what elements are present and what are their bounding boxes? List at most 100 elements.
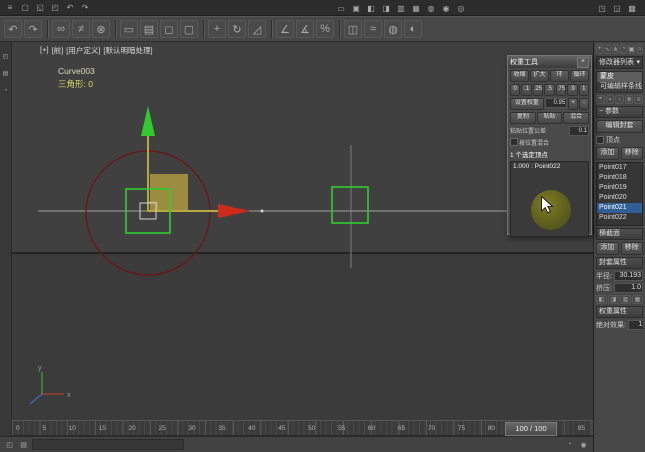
select-object-icon[interactable]: ▭: [120, 20, 138, 38]
weight-preset-05-button[interactable]: .5: [544, 84, 555, 96]
abs-effect-field[interactable]: 1.0: [627, 320, 643, 330]
weight-preset-025-button[interactable]: .25: [532, 84, 544, 96]
viewport-layout-tab-icon-2[interactable]: ▤: [1, 69, 10, 78]
blend-option-checkbox[interactable]: [510, 138, 518, 146]
envelope-properties-header[interactable]: 封套属性: [596, 257, 643, 269]
weight-tool-title-bar[interactable]: 权重工具 ×: [508, 56, 591, 68]
set-weight-button[interactable]: 设置权重: [510, 98, 544, 110]
modify-tab-icon[interactable]: ∿: [604, 44, 611, 54]
toolbar-misc-icon-9[interactable]: ◎: [455, 2, 467, 14]
toolbar-misc-icon-6[interactable]: ▦: [410, 2, 422, 14]
vertices-checkbox[interactable]: [596, 136, 604, 144]
app-menu-icon[interactable]: ≡: [4, 2, 16, 14]
toolbar-misc-icon-3[interactable]: ◧: [365, 2, 377, 14]
edit-envelopes-button[interactable]: 编辑封套: [596, 120, 643, 133]
gizmo-y-arrowhead[interactable]: [141, 106, 155, 136]
viewport-layout-tab-icon-1[interactable]: ◰: [1, 52, 10, 61]
material-editor-icon[interactable]: ◍: [384, 20, 402, 38]
squash-field[interactable]: 1.0: [613, 283, 643, 293]
configure-stack-icon[interactable]: ≡: [634, 95, 643, 104]
weight-preset-01-button[interactable]: .1: [521, 84, 532, 96]
toolbar-misc-icon-2[interactable]: ▣: [350, 2, 362, 14]
time-config-icon[interactable]: ◉: [578, 439, 589, 450]
bone-list-item[interactable]: Point020: [597, 193, 642, 203]
mirror-icon[interactable]: ◫: [344, 20, 362, 38]
copy-button[interactable]: 复制: [510, 112, 536, 124]
pin-stack-icon[interactable]: ⌖: [596, 95, 605, 104]
select-and-rotate-icon[interactable]: ↻: [228, 20, 246, 38]
workspace-icon-3[interactable]: ▩: [626, 2, 638, 14]
align-icon[interactable]: ≈: [364, 20, 382, 38]
show-end-result-icon[interactable]: ▪: [605, 95, 615, 104]
toolbar-misc-icon-5[interactable]: ▥: [395, 2, 407, 14]
weight-tool-dialog[interactable]: 权重工具 × 收缩 扩大 环 循环 0 .1 .25 .5 .75 .9 1 设…: [507, 55, 592, 237]
select-and-scale-icon[interactable]: ◿: [248, 20, 266, 38]
parameters-rollout-header[interactable]: − 参数: [596, 106, 643, 118]
weight-preset-075-button[interactable]: .75: [555, 84, 567, 96]
weight-value-field[interactable]: 0.95: [544, 98, 568, 108]
paste-button[interactable]: 粘贴: [536, 112, 563, 124]
new-scene-icon[interactable]: ▢: [19, 2, 31, 14]
workspace-icon-2[interactable]: ◲: [611, 2, 623, 14]
envelope-mode-icon-3[interactable]: ▥: [620, 295, 631, 304]
viewport-menu-shading[interactable]: [默认明暗处理]: [103, 45, 152, 56]
remove-modifier-icon[interactable]: ⊗: [624, 95, 634, 104]
weight-preset-0-button[interactable]: 0: [510, 84, 521, 96]
selection-lock-icon[interactable]: ▤: [18, 439, 29, 450]
undo-icon[interactable]: ↶: [64, 2, 76, 14]
time-slider-handle[interactable]: 100 / 100: [505, 422, 557, 436]
grid-settings-icon[interactable]: ◔: [564, 439, 575, 450]
ring-button[interactable]: 环: [550, 70, 569, 82]
bone-list-item[interactable]: Point017: [597, 163, 642, 173]
gizmo-x-arrowhead[interactable]: [218, 204, 250, 218]
viewport-layout-tab-icon-3[interactable]: ◔: [1, 86, 10, 95]
scale-weight-down-button[interactable]: -: [579, 98, 590, 110]
selection-region-icon[interactable]: ◻: [160, 20, 178, 38]
viewport[interactable]: x y [+] [前] [用户定义] [默认明暗处理] Curve003 三角形…: [12, 42, 593, 420]
remove-cross-section-button[interactable]: 移除: [620, 242, 643, 255]
motion-tab-icon[interactable]: ◔: [620, 44, 627, 54]
add-bone-button[interactable]: 添加: [596, 147, 619, 160]
loop-button[interactable]: 循环: [570, 70, 589, 82]
percent-snap-icon[interactable]: %: [316, 20, 334, 38]
display-tab-icon[interactable]: ▣: [628, 44, 635, 54]
remove-bone-button[interactable]: 移除: [620, 147, 643, 160]
shrink-button[interactable]: 收缩: [510, 70, 529, 82]
envelope-mode-icon-2[interactable]: ◨: [608, 295, 619, 304]
undo-icon[interactable]: ↶: [4, 20, 22, 38]
window-crossing-icon[interactable]: ▢: [180, 20, 198, 38]
weight-list-item[interactable]: 1.000 : Point022: [511, 162, 588, 171]
bone-list-item[interactable]: Point018: [597, 173, 642, 183]
bone-list-item[interactable]: Point022: [597, 213, 642, 223]
create-tab-icon[interactable]: +: [596, 44, 603, 54]
weight-preset-1-button[interactable]: 1: [578, 84, 589, 96]
bone-list-item[interactable]: Point019: [597, 183, 642, 193]
make-unique-icon[interactable]: ▫: [615, 95, 624, 104]
modifier-list-dropdown[interactable]: 修改器列表 ▾: [596, 56, 643, 69]
toolbar-misc-icon-4[interactable]: ◨: [380, 2, 392, 14]
scale-weight-up-button[interactable]: +: [568, 98, 579, 110]
workspace-icon-1[interactable]: ◳: [596, 2, 608, 14]
open-file-icon[interactable]: ◱: [34, 2, 46, 14]
select-link-icon[interactable]: ∞: [52, 20, 70, 38]
weight-properties-header[interactable]: 权重属性: [596, 306, 643, 318]
viewport-menu-style[interactable]: [用户定义]: [66, 45, 100, 56]
bind-spacewarp-icon[interactable]: ⊗: [92, 20, 110, 38]
modifier-stack-item-skin[interactable]: 蒙皮: [597, 72, 642, 82]
viewport-menu-pov[interactable]: [前]: [52, 45, 64, 56]
toolbar-misc-icon-8[interactable]: ◉: [440, 2, 452, 14]
snap-toggle-icon[interactable]: ∠: [276, 20, 294, 38]
bone-list-item-selected[interactable]: Point021: [597, 203, 642, 213]
toolbar-misc-icon-1[interactable]: ▭: [335, 2, 347, 14]
angle-snap-icon[interactable]: ∡: [296, 20, 314, 38]
utilities-tab-icon[interactable]: ⌂: [636, 44, 643, 54]
tolerance-field[interactable]: 0.1: [569, 126, 589, 136]
cross-sections-header[interactable]: 横截面: [596, 228, 643, 240]
weight-preset-09-button[interactable]: .9: [567, 84, 578, 96]
envelope-mode-icon-4[interactable]: ▦: [632, 295, 643, 304]
grow-button[interactable]: 扩大: [530, 70, 549, 82]
maxscript-listener-icon[interactable]: ◰: [4, 439, 15, 450]
timeline-trackbar[interactable]: 0 5 10 15 20 25 30 35 40 45 50 55 60 65 …: [12, 420, 593, 436]
viewport-menu-general[interactable]: [+]: [40, 45, 49, 56]
redo-icon[interactable]: ↷: [24, 20, 42, 38]
